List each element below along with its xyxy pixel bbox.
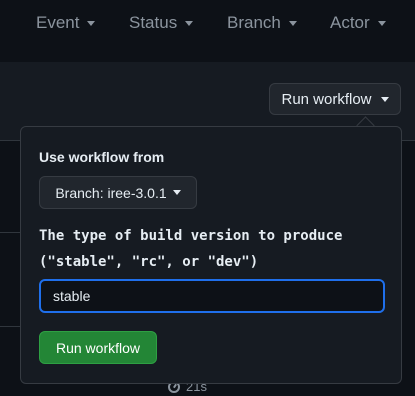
workflow-filter-bar: Event Status Branch Actor [0,0,415,63]
branch-filter-label: Branch [227,13,281,32]
row-divider [0,232,20,233]
actor-filter-label: Actor [330,13,370,32]
build-version-input-label: The type of build version to produce ("s… [39,228,343,270]
build-version-input[interactable] [39,279,385,313]
chevron-down-icon [377,20,386,26]
run-workflow-popover: Use workflow from Branch: iree-3.0.1 The… [20,126,402,384]
event-filter[interactable]: Event [36,12,96,34]
chevron-down-icon [288,20,297,26]
branch-filter[interactable]: Branch [227,12,297,34]
chevron-down-icon [87,20,96,26]
branch-select-label: Branch: iree-3.0.1 [55,184,167,201]
run-workflow-label: Run workflow [281,90,372,108]
run-workflow-submit-button[interactable]: Run workflow [39,331,157,364]
chevron-down-icon [172,190,181,195]
row-divider [0,326,20,327]
run-workflow-dropdown-button[interactable]: Run workflow [269,83,401,115]
chevron-down-icon [380,96,389,102]
actor-filter[interactable]: Actor [330,12,386,34]
status-filter-label: Status [129,13,178,32]
popover-title: Use workflow from [39,149,165,165]
status-filter[interactable]: Status [129,12,194,34]
chevron-down-icon [185,20,194,26]
branch-select-button[interactable]: Branch: iree-3.0.1 [39,176,197,209]
event-filter-label: Event [36,13,80,32]
